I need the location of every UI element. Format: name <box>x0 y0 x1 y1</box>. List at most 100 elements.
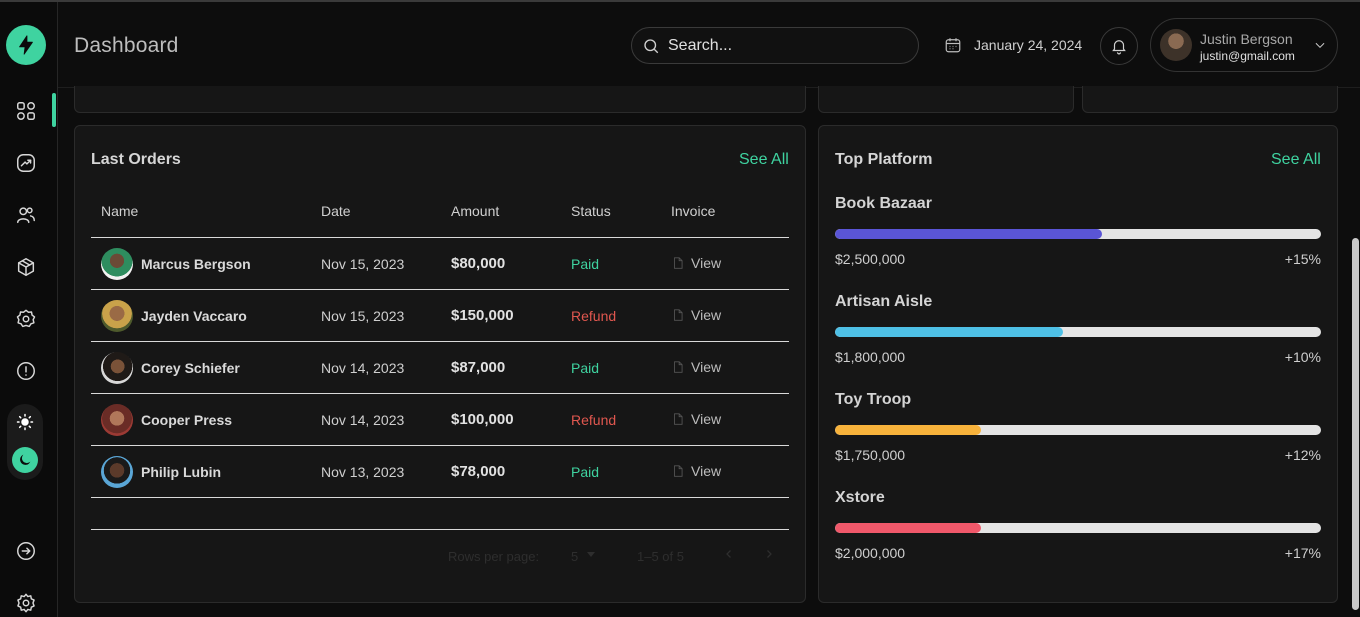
invoice-view-link[interactable]: View <box>671 463 721 479</box>
status-badge: Paid <box>571 360 600 376</box>
logo-bolt-icon[interactable] <box>6 25 46 65</box>
table-row[interactable]: Philip Lubin Nov 13, 2023 $78,000 Paid V… <box>91 446 789 498</box>
moon-icon[interactable] <box>12 447 38 473</box>
card-above-right <box>1082 86 1338 113</box>
orders-see-all-link[interactable]: See All <box>739 151 789 169</box>
invoice-view-label: View <box>691 255 722 271</box>
table-row[interactable]: Marcus Bergson Nov 15, 2023 $80,000 Paid… <box>91 238 789 290</box>
platform-item: Xstore $2,000,000 +17% <box>835 489 1321 579</box>
date-display: January 24, 2024 <box>944 36 1082 54</box>
search-box[interactable] <box>631 27 919 64</box>
next-page-button[interactable] <box>763 547 775 564</box>
current-date: January 24, 2024 <box>974 37 1083 53</box>
invoice-view-label: View <box>691 463 722 479</box>
invoice-view-link[interactable]: View <box>671 307 721 323</box>
sun-icon[interactable] <box>15 412 35 432</box>
platform-item: Artisan Aisle $1,800,000 +10% <box>835 293 1321 383</box>
box-icon[interactable] <box>13 254 39 280</box>
progress-track <box>835 523 1321 533</box>
platform-see-all-link[interactable]: See All <box>1271 151 1321 169</box>
order-amount: $87,000 <box>451 359 506 376</box>
platform-change: +15% <box>1284 251 1321 267</box>
order-date: Nov 14, 2023 <box>321 412 405 428</box>
order-date: Nov 15, 2023 <box>321 256 405 272</box>
order-date: Nov 13, 2023 <box>321 464 405 480</box>
active-nav-indicator <box>52 93 56 127</box>
chart-icon[interactable] <box>13 150 39 176</box>
platform-amount: $2,000,000 <box>835 545 906 561</box>
gear-icon[interactable] <box>13 590 39 616</box>
progress-fill <box>835 229 1103 239</box>
status-badge: Refund <box>571 412 617 428</box>
order-amount: $150,000 <box>451 307 514 324</box>
customer-name: Jayden Vaccaro <box>141 308 247 324</box>
avatar <box>101 300 133 332</box>
orders-title: Last Orders <box>91 151 181 168</box>
progress-fill <box>835 425 981 435</box>
order-date: Nov 15, 2023 <box>321 308 405 324</box>
bell-icon <box>1112 40 1126 55</box>
theme-toggle[interactable] <box>7 404 43 480</box>
document-icon <box>674 413 683 425</box>
logout-icon[interactable] <box>13 538 39 564</box>
last-orders-card: Last Orders See All Name Date Amount Sta… <box>74 125 806 603</box>
table-row[interactable]: Corey Schiefer Nov 14, 2023 $87,000 Paid… <box>91 342 789 394</box>
platform-change: +10% <box>1284 349 1321 365</box>
avatar <box>101 248 133 280</box>
card-above-middle <box>818 86 1074 113</box>
user-avatar <box>1160 29 1192 61</box>
search-input[interactable] <box>668 36 898 55</box>
pagination-range: 1–5 of 5 <box>637 549 684 564</box>
users-icon[interactable] <box>13 202 39 228</box>
customer-name: Marcus Bergson <box>141 256 251 272</box>
user-name: Justin Bergson <box>1200 31 1293 47</box>
avatar <box>101 352 133 384</box>
column-header-date: Date <box>321 203 351 219</box>
document-icon <box>674 257 683 269</box>
avatar <box>101 404 133 436</box>
document-icon <box>674 465 683 477</box>
column-header-name: Name <box>101 203 139 219</box>
prev-page-button[interactable] <box>723 547 735 564</box>
user-email: justin@gmail.com <box>1200 49 1295 63</box>
grid-icon[interactable] <box>13 98 39 124</box>
document-icon <box>674 309 683 321</box>
page-scrollbar[interactable] <box>1352 238 1359 610</box>
chevron-down-icon[interactable] <box>1313 38 1327 52</box>
card-above-left <box>74 86 806 113</box>
settings-badge-icon[interactable] <box>13 306 39 332</box>
calendar-icon <box>945 38 961 53</box>
platform-name: Book Bazaar <box>835 195 932 212</box>
alert-icon[interactable] <box>13 358 39 384</box>
page-title: Dashboard <box>74 34 179 57</box>
table-row[interactable]: Cooper Press Nov 14, 2023 $100,000 Refun… <box>91 394 789 446</box>
customer-name: Philip Lubin <box>141 464 222 480</box>
caret-down-icon[interactable] <box>587 552 595 557</box>
invoice-view-label: View <box>691 359 722 375</box>
progress-track <box>835 425 1321 435</box>
invoice-view-link[interactable]: View <box>671 255 721 271</box>
platform-amount: $1,800,000 <box>835 349 906 365</box>
invoice-view-link[interactable]: View <box>671 411 721 427</box>
notifications-button[interactable] <box>1100 27 1138 65</box>
platform-name: Toy Troop <box>835 391 912 408</box>
rows-per-page-label: Rows per page: <box>448 549 540 564</box>
rows-per-page-select[interactable]: 5 <box>571 549 578 564</box>
order-amount: $80,000 <box>451 255 506 272</box>
user-menu[interactable]: Justin Bergson justin@gmail.com <box>1150 18 1338 72</box>
progress-track <box>835 327 1321 337</box>
status-badge: Paid <box>571 256 600 272</box>
invoice-view-link[interactable]: View <box>671 359 721 375</box>
avatar <box>101 456 133 488</box>
sidebar <box>0 2 58 617</box>
customer-name: Cooper Press <box>141 412 233 428</box>
customer-name: Corey Schiefer <box>141 360 240 376</box>
platform-change: +17% <box>1284 545 1321 561</box>
row-divider <box>91 497 789 498</box>
platform-change: +12% <box>1284 447 1321 463</box>
progress-fill <box>835 327 1064 337</box>
order-amount: $100,000 <box>451 411 514 428</box>
table-row[interactable]: Jayden Vaccaro Nov 15, 2023 $150,000 Ref… <box>91 290 789 342</box>
status-badge: Refund <box>571 308 617 324</box>
platform-item: Book Bazaar $2,500,000 +15% <box>835 195 1321 285</box>
